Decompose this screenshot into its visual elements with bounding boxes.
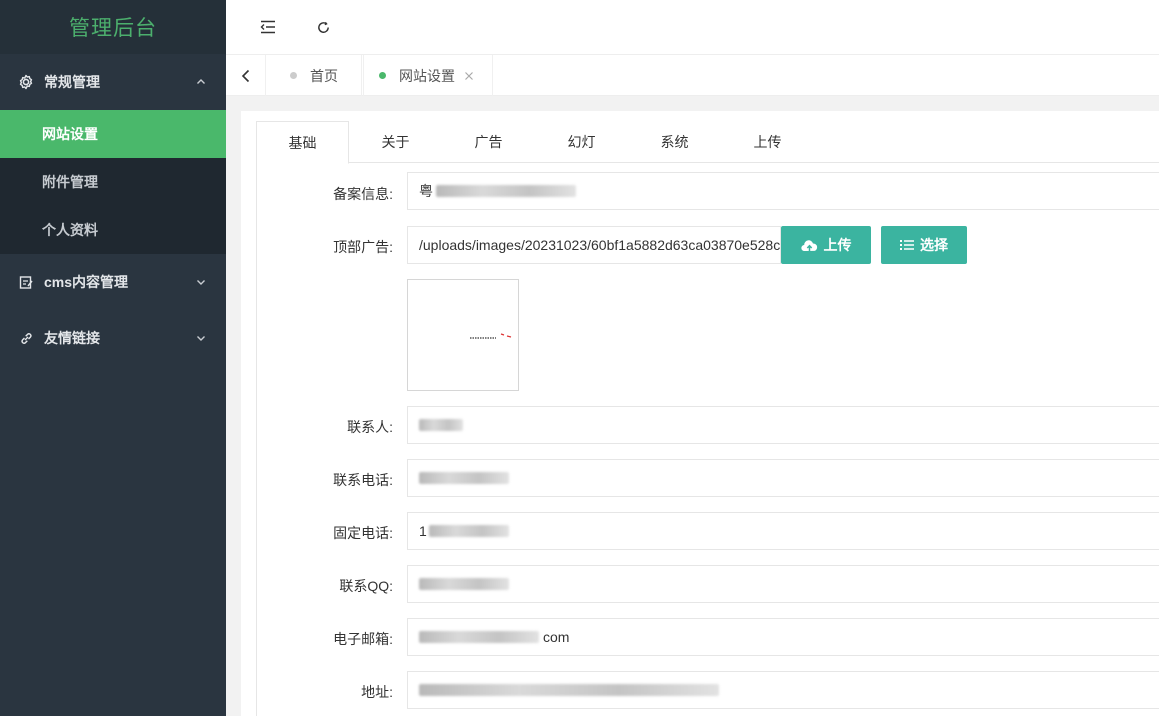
content-tabs: 基础 关于 广告 幻灯 系统 上传 [256,121,1159,164]
submenu-general: 网站设置 附件管理 个人资料 [0,110,226,254]
tab-basic[interactable]: 基础 [256,121,349,164]
sidebar-item-site-settings[interactable]: 网站设置 [0,110,226,158]
select-button-label: 选择 [920,237,948,253]
menu-group-links: 友情链接 [0,310,226,366]
tab-slides[interactable]: 幻灯 [535,121,628,163]
email-value: com [543,629,570,645]
chevron-down-icon [193,274,209,290]
tab-site-settings-label: 网站设置 [399,67,455,84]
top-header [226,0,1159,55]
tel-label: 固定电话: [333,525,393,541]
app-logo: 管理后台 [0,0,226,54]
menu-general[interactable]: 常规管理 [0,54,226,110]
refresh-icon[interactable] [310,14,336,40]
phone-label: 联系电话: [333,472,393,488]
select-button[interactable]: 选择 [881,226,967,264]
menu-links-label: 友情链接 [44,330,100,346]
redacted-text [419,578,509,590]
redacted-text [419,419,463,431]
tab-system[interactable]: 系统 [628,121,721,163]
ad-image-preview [407,279,519,391]
redacted-text [419,631,539,643]
email-label: 电子邮箱: [333,631,393,647]
top-ad-field[interactable]: /uploads/images/20231023/60bf1a5882d63ca… [407,226,781,264]
qq-label: 联系QQ: [339,578,393,594]
qq-field[interactable] [407,565,1159,603]
upload-button-label: 上传 [823,237,852,253]
content-panel: 基础 关于 广告 幻灯 系统 上传 备案信息: 粤 顶部广告: /uploads… [241,111,1159,716]
redacted-text [436,185,576,197]
beian-label: 备案信息: [333,186,393,202]
link-icon [17,329,35,347]
tab-site-settings[interactable]: 网站设置 [363,55,493,96]
menu-group-general: 常规管理 网站设置 附件管理 个人资料 [0,54,226,254]
menu-cms-label: cms内容管理 [44,274,129,290]
menu-links[interactable]: 友情链接 [0,310,226,366]
redacted-text [419,472,509,484]
address-field[interactable] [407,671,1159,709]
email-field[interactable]: com [407,618,1159,656]
edit-icon [17,273,35,291]
top-ad-value: /uploads/images/20231023/60bf1a5882d63ca… [419,237,781,253]
upload-button[interactable]: 上传 [781,226,871,264]
top-ad-label: 顶部广告: [333,239,393,255]
phone-field[interactable] [407,459,1159,497]
tab-content-border [256,163,257,716]
tab-about[interactable]: 关于 [349,121,442,163]
chevron-down-icon [193,330,209,346]
tel-value: 1 [419,523,427,539]
address-label: 地址: [361,684,393,700]
tabs-back-button[interactable] [226,55,266,96]
gear-icon [17,73,35,91]
redacted-text [428,525,509,537]
chevron-up-icon [193,74,209,90]
tab-ads[interactable]: 广告 [442,121,535,163]
menu-group-cms: cms内容管理 [0,254,226,310]
menu-cms[interactable]: cms内容管理 [0,254,226,310]
close-icon[interactable] [464,71,474,81]
tab-dot-active [379,72,386,79]
tab-home-label: 首页 [310,67,338,84]
tel-field[interactable]: 1 [407,512,1159,550]
sidebar: 管理后台 常规管理 网站设置 附件管理 个人资料 cms内容管理 友情链接 [0,0,226,716]
menu-fold-icon[interactable] [255,14,281,40]
chevron-left-icon [241,69,251,83]
sidebar-item-attachments[interactable]: 附件管理 [0,158,226,206]
contact-label: 联系人: [347,419,393,435]
tab-upload[interactable]: 上传 [721,121,814,163]
contact-field[interactable] [407,406,1159,444]
cloud-upload-icon [800,239,818,252]
beian-value: 粤 [419,183,433,199]
beian-field[interactable]: 粤 [407,172,1159,210]
redacted-text [419,684,719,696]
list-icon [900,239,914,251]
tab-home[interactable]: 首页 [267,55,362,96]
sidebar-item-profile[interactable]: 个人资料 [0,206,226,254]
menu-general-label: 常规管理 [44,74,100,90]
tab-dot [290,72,297,79]
page-tabs-bar: 首页 网站设置 [226,55,1159,96]
